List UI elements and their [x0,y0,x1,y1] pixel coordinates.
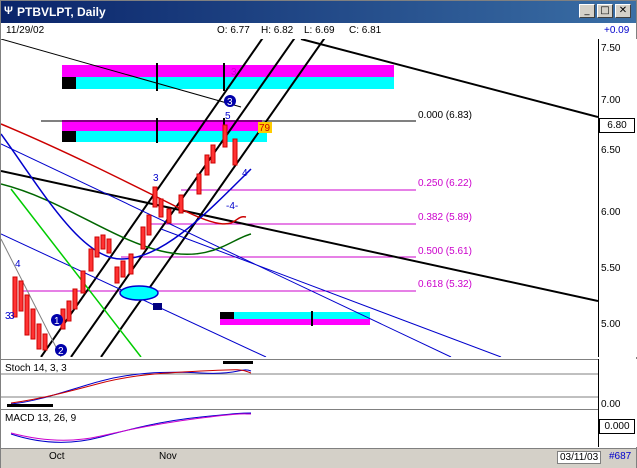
price-tick: 5.00 [601,319,621,330]
price-tick: 6.50 [601,145,621,156]
app-icon: Ψ [4,5,13,17]
fib-label-382: 0.382 (5.89) [418,212,472,223]
price-axis [598,39,637,357]
minimize-button[interactable]: _ [579,4,595,18]
wave-circle-3: 3 [227,97,233,108]
wave-label-3a: 3 [231,67,237,78]
title-bar[interactable]: Ψ PTBVLPT, Daily _ □ ✕ [1,1,636,23]
time-axis[interactable] [1,448,636,468]
price-tick: 7.50 [601,43,621,54]
fib-label-618: 0.618 (5.32) [418,279,472,290]
close-button[interactable]: ✕ [615,4,631,18]
fib-label-0: 0.000 (6.83) [418,110,472,121]
bar-date: 11/29/02 [6,25,45,36]
fib-label-250: 0.250 (6.22) [418,178,472,189]
price-tick: 6.00 [601,207,621,218]
price-chart[interactable]: 1 2 3 3 3 5 3 4 4 -4- 3 1 2 79 [1,39,598,357]
wave-label-4a: 4 [15,259,21,270]
macd-value: 0.000 [599,419,635,434]
low-value: L: 6.69 [304,25,335,36]
pattern-box-low-cyan [220,312,370,319]
macd-label: MACD 13, 26, 9 [5,413,77,424]
wave-label-79: 79 [259,123,271,134]
pattern-box-low-magenta [220,319,370,325]
maximize-button[interactable]: □ [597,4,613,18]
wave-label-5: 5 [225,111,231,122]
macd-panel[interactable] [1,409,598,447]
wave-label-4b: 4 [242,168,248,179]
chart-window: Ψ PTBVLPT, Daily _ □ ✕ 11/29/02 O: 6.77 … [0,0,637,468]
change-value: +0.09 [604,25,630,36]
bar-count: #687 [609,451,632,462]
wave-circle-2: 2 [58,346,64,357]
pattern-box-top-magenta [62,65,394,77]
wave-label-3c: 3 [153,173,159,184]
wave-label-3d: 3 [5,311,11,322]
stoch-panel[interactable] [1,359,598,409]
wave-circle-1: 1 [54,316,60,327]
pattern-box-mid-magenta [62,120,262,131]
wave-label-4c: -4- [226,201,238,212]
close-value: C: 6.81 [349,25,382,36]
price-tick: 5.50 [601,263,621,274]
last-date-box: 03/11/03 [557,451,602,464]
price-tick: 7.00 [601,95,621,106]
fib-label-500: 0.500 (5.61) [418,246,472,257]
window-title: PTBVLPT, Daily [17,5,106,19]
high-value: H: 6.82 [261,25,294,36]
highlight-ellipse [119,285,159,301]
time-label-nov: Nov [159,451,177,462]
current-price-label: 6.80 [599,118,635,133]
time-label-oct: Oct [49,451,65,462]
open-value: O: 6.77 [217,25,250,36]
stoch-label: Stoch 14, 3, 3 [5,363,67,374]
